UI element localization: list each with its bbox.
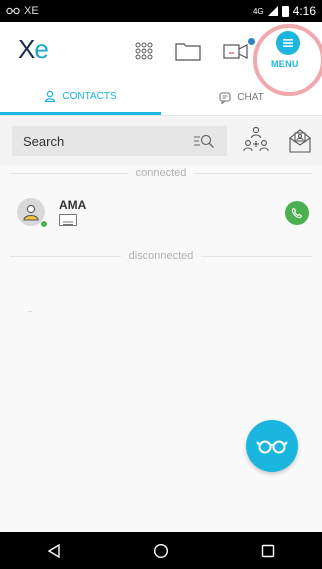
nav-back-button[interactable] bbox=[34, 536, 74, 566]
section-disconnected-label: disconnected bbox=[128, 250, 194, 262]
recents-square-icon bbox=[262, 544, 275, 557]
section-disconnected: disconnected bbox=[10, 250, 313, 262]
tab-chat-label: CHAT bbox=[237, 92, 264, 103]
nav-home-button[interactable] bbox=[141, 536, 181, 566]
logo-e: e bbox=[34, 34, 49, 64]
empty-placeholder: – bbox=[28, 307, 33, 316]
tab-contacts-label: CONTACTS bbox=[62, 90, 117, 102]
notification-dot bbox=[248, 38, 255, 45]
hamburger-icon bbox=[283, 39, 293, 47]
contacts-list: connected AMA disconnected – bbox=[0, 166, 322, 532]
back-triangle-icon bbox=[47, 543, 60, 558]
app-logo: Xe bbox=[18, 34, 49, 65]
video-camera-icon bbox=[223, 44, 248, 59]
folder-icon bbox=[175, 43, 201, 61]
clock: 4:16 bbox=[292, 4, 316, 18]
glasses-icon bbox=[256, 440, 288, 454]
section-connected: connected bbox=[10, 167, 313, 179]
android-nav-bar bbox=[0, 532, 322, 569]
search-input[interactable]: Search bbox=[12, 126, 227, 156]
search-icon[interactable] bbox=[193, 133, 215, 149]
apps-grid-button[interactable] bbox=[130, 38, 158, 64]
contact-name: AMA bbox=[59, 198, 87, 212]
call-button[interactable] bbox=[285, 201, 309, 225]
home-circle-icon bbox=[153, 543, 168, 558]
section-connected-label: connected bbox=[135, 167, 187, 179]
tab-contacts[interactable]: CONTACTS bbox=[0, 80, 161, 115]
online-status-dot bbox=[40, 220, 48, 228]
phone-icon bbox=[291, 207, 303, 219]
chat-icon bbox=[219, 91, 231, 104]
video-call-button[interactable] bbox=[222, 38, 250, 64]
app-header: Xe MENU bbox=[0, 22, 322, 96]
id-card-icon bbox=[59, 214, 77, 226]
grid-icon bbox=[135, 42, 153, 60]
nav-recents-button[interactable] bbox=[248, 536, 288, 566]
signal-label: 4G bbox=[252, 6, 264, 16]
menu-label[interactable]: MENU bbox=[271, 59, 299, 69]
status-app-label: XE bbox=[24, 5, 39, 17]
invite-mail-icon[interactable] bbox=[288, 126, 312, 154]
contact-row[interactable]: AMA bbox=[0, 192, 322, 232]
tab-bar: CONTACTS CHAT bbox=[0, 80, 322, 116]
folder-button[interactable] bbox=[174, 38, 202, 64]
menu-button[interactable] bbox=[276, 31, 300, 55]
status-bar: XE 4G 4:16 bbox=[0, 0, 322, 22]
logo-x: X bbox=[18, 34, 35, 64]
battery-icon bbox=[281, 5, 289, 17]
person-icon bbox=[45, 90, 56, 102]
signal-icon bbox=[267, 6, 278, 16]
glasses-icon bbox=[6, 7, 20, 15]
search-placeholder: Search bbox=[23, 133, 65, 149]
search-row: Search bbox=[0, 116, 322, 166]
user-avatar-icon bbox=[23, 204, 39, 221]
glasses-fab-button[interactable] bbox=[246, 420, 298, 472]
tab-chat[interactable]: CHAT bbox=[161, 80, 322, 115]
add-contact-icon[interactable] bbox=[243, 126, 269, 154]
